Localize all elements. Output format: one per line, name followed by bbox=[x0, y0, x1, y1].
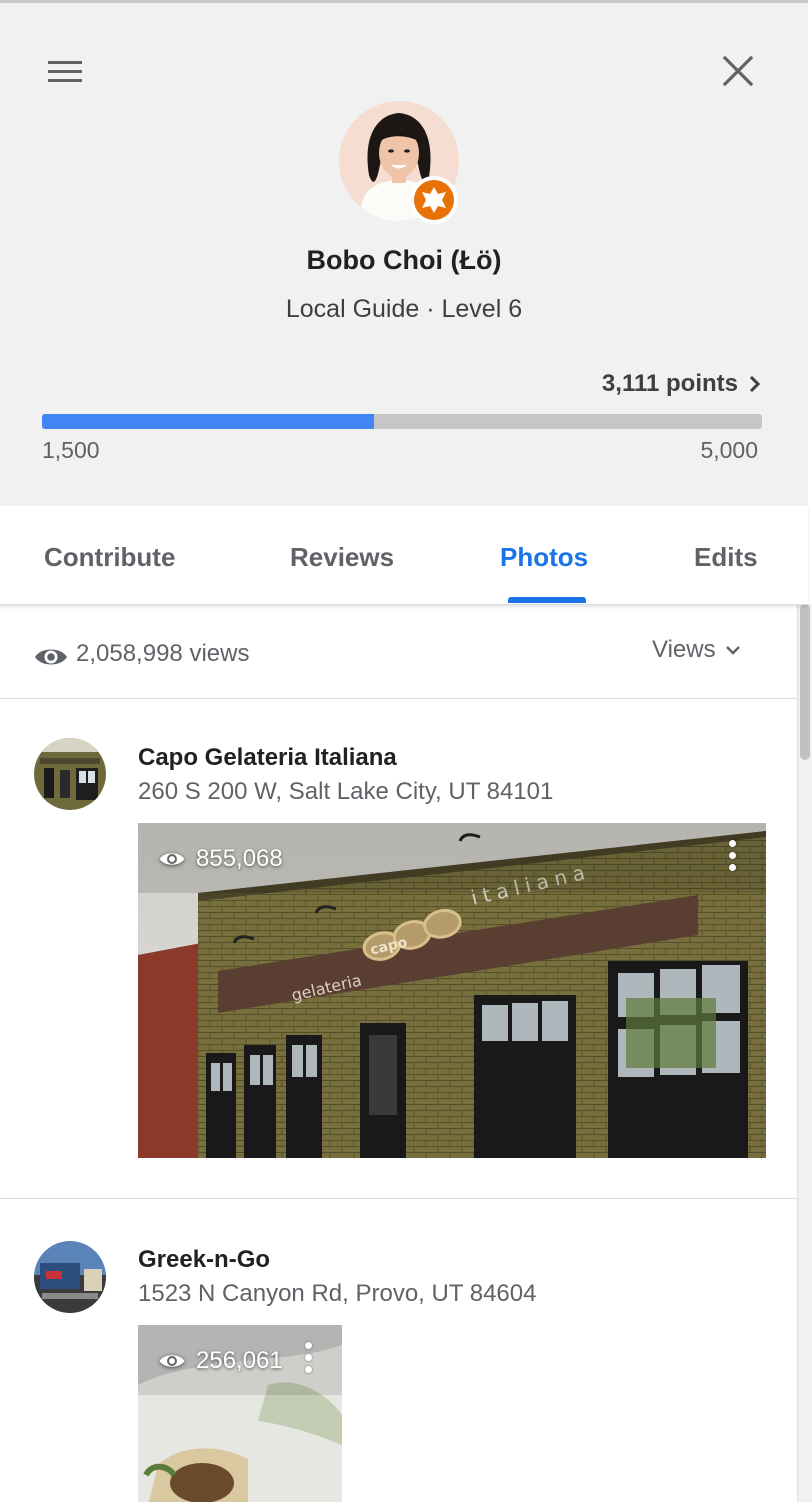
place-photo[interactable]: gelateria capo italiana 855,068 bbox=[138, 823, 766, 1158]
eye-icon bbox=[159, 1355, 185, 1367]
place-name[interactable]: Capo Gelateria Italiana bbox=[138, 744, 397, 772]
level-progress-bar bbox=[42, 414, 762, 429]
place-thumbnail[interactable] bbox=[34, 738, 106, 810]
local-guide-badge-icon bbox=[410, 176, 458, 224]
photo-view-count: 256,061 bbox=[158, 1347, 283, 1375]
close-icon[interactable] bbox=[716, 49, 760, 93]
tab-photos[interactable]: Photos bbox=[500, 542, 588, 573]
contributions-panel: Bobo Choi (Łö) Local Guide · Level 6 3,1… bbox=[0, 0, 812, 1502]
sort-dropdown[interactable]: Views bbox=[652, 636, 742, 664]
active-tab-indicator bbox=[508, 597, 586, 603]
photos-summary-row: 2,058,998 views Views bbox=[0, 604, 797, 699]
more-options-icon[interactable] bbox=[722, 837, 742, 877]
total-views: 2,058,998 views bbox=[76, 640, 250, 667]
place-address: 260 S 200 W, Salt Lake City, UT 84101 bbox=[138, 778, 554, 805]
scrollbar-thumb[interactable] bbox=[800, 604, 810, 760]
photo-view-count: 855,068 bbox=[158, 845, 283, 873]
level-progress-fill bbox=[42, 414, 374, 429]
tab-edits[interactable]: Edits bbox=[694, 542, 758, 573]
menu-icon[interactable] bbox=[46, 57, 86, 87]
progress-max-label: 5,000 bbox=[700, 437, 758, 463]
eye-icon bbox=[35, 649, 67, 665]
eye-icon bbox=[159, 853, 185, 865]
place-name[interactable]: Greek-n-Go bbox=[138, 1246, 270, 1274]
storefront-photo-image: gelateria capo italiana bbox=[138, 823, 766, 1158]
photo-views-label: 855,068 bbox=[196, 845, 283, 872]
place-photo[interactable]: 256,061 bbox=[138, 1325, 342, 1502]
chevron-down-icon bbox=[725, 646, 740, 655]
profile-name: Bobo Choi (Łö) bbox=[306, 245, 502, 275]
progress-min-label: 1,500 bbox=[42, 437, 100, 463]
profile-header: Bobo Choi (Łö) Local Guide · Level 6 3,1… bbox=[0, 0, 808, 506]
points-link[interactable]: 3,111 points bbox=[602, 370, 762, 398]
place-address: 1523 N Canyon Rd, Provo, UT 84604 bbox=[138, 1280, 537, 1307]
tab-reviews[interactable]: Reviews bbox=[290, 542, 394, 573]
guide-level: Local Guide · Level 6 bbox=[285, 295, 523, 323]
points-label: 3,111 points bbox=[601, 370, 738, 397]
photo-entry: Greek-n-Go 1523 N Canyon Rd, Provo, UT 8… bbox=[0, 1199, 797, 1502]
tab-contribute[interactable]: Contribute bbox=[44, 542, 175, 573]
photo-views-label: 256,061 bbox=[196, 1347, 283, 1374]
contribution-tabs: Contribute Reviews Photos Edits bbox=[0, 506, 808, 605]
chevron-right-icon bbox=[749, 375, 761, 393]
photo-entry: Capo Gelateria Italiana 260 S 200 W, Sal… bbox=[0, 698, 797, 1199]
sort-label: Views bbox=[652, 636, 716, 663]
scrollbar[interactable] bbox=[797, 604, 812, 1502]
place-thumbnail[interactable] bbox=[34, 1241, 106, 1313]
more-options-icon[interactable] bbox=[298, 1339, 318, 1379]
